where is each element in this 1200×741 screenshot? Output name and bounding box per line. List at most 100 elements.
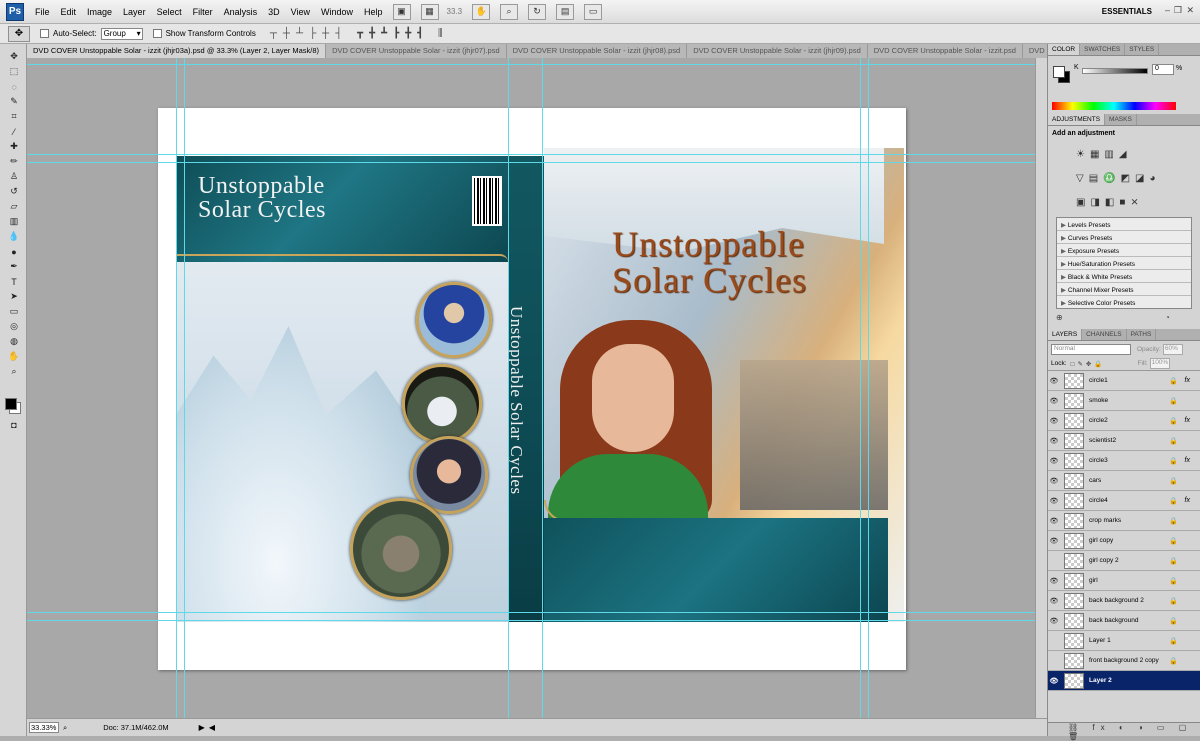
preset-exposure[interactable]: Exposure Presets: [1057, 244, 1191, 257]
visibility-eye-icon[interactable]: 👁: [1048, 477, 1060, 485]
auto-select-dropdown[interactable]: Group: [100, 27, 143, 40]
menu-analysis[interactable]: Analysis: [224, 7, 258, 17]
layer-name[interactable]: cars: [1089, 477, 1167, 484]
close-icon[interactable]: ✕: [1186, 5, 1194, 16]
menu-edit[interactable]: Edit: [61, 7, 77, 17]
zoom-icon[interactable]: ⌕: [63, 723, 67, 733]
layer-row[interactable]: 👁 Layer 2: [1048, 671, 1200, 691]
restore-icon[interactable]: ❐: [1174, 5, 1182, 16]
layer-row[interactable]: 👁 crop marks 🔒: [1048, 511, 1200, 531]
move-tool-icon[interactable]: ✥: [7, 50, 21, 63]
minimize-icon[interactable]: –: [1165, 5, 1170, 15]
visibility-eye-icon[interactable]: 👁: [1048, 397, 1060, 405]
zoom-tool-icon[interactable]: ⌕: [7, 365, 21, 378]
layer-name[interactable]: circle2: [1089, 417, 1167, 424]
visibility-eye-icon[interactable]: 👁: [1048, 517, 1060, 525]
layer-name[interactable]: smoke: [1089, 397, 1167, 404]
preset-curves[interactable]: Curves Presets: [1057, 231, 1191, 244]
tab-doc-jhjr07[interactable]: DVD COVER Unstoppable Solar - izzit (jhj…: [326, 44, 507, 58]
lasso-tool-icon[interactable]: ◌: [7, 80, 21, 93]
foreground-color-swatch[interactable]: [5, 398, 17, 410]
show-transform-checkbox[interactable]: [152, 29, 162, 38]
tab-channels[interactable]: CHANNELS: [1082, 329, 1127, 340]
clone-stamp-icon[interactable]: ♙: [7, 170, 21, 183]
layer-row[interactable]: 👁 scientist2 🔒: [1048, 431, 1200, 451]
layer-name[interactable]: circle4: [1089, 497, 1167, 504]
menu-image[interactable]: Image: [87, 7, 112, 17]
tab-adjustments[interactable]: ADJUSTMENTS: [1048, 114, 1106, 125]
layer-row[interactable]: 👁 circle3 🔒 fx: [1048, 451, 1200, 471]
tab-swatches[interactable]: SWATCHES: [1080, 44, 1126, 55]
dodge-tool-icon[interactable]: ●: [7, 245, 21, 258]
quick-select-tool-icon[interactable]: ✎: [7, 95, 21, 108]
visibility-eye-icon[interactable]: 👁: [1048, 497, 1060, 505]
menu-layer[interactable]: Layer: [123, 7, 146, 17]
layer-name[interactable]: circle3: [1089, 457, 1167, 464]
visibility-eye-icon[interactable]: 👁: [1048, 417, 1060, 425]
guide-horizontal[interactable]: [27, 612, 1035, 613]
layer-row[interactable]: 👁 back background 2 🔒: [1048, 591, 1200, 611]
layer-row[interactable]: Layer 1 🔒: [1048, 631, 1200, 651]
guide-vertical[interactable]: [508, 58, 509, 718]
document-canvas[interactable]: Unstoppable Solar Cycles Unstoppable Sol…: [158, 108, 906, 670]
adjustments-footer-icons[interactable]: ⊕ ◔: [1048, 313, 1200, 329]
layer-row[interactable]: 👁 girl 🔒: [1048, 571, 1200, 591]
tab-layers[interactable]: LAYERS: [1048, 329, 1083, 340]
visibility-eye-icon[interactable]: 👁: [1048, 537, 1060, 545]
brush-tool-icon[interactable]: ✏: [7, 155, 21, 168]
healing-brush-icon[interactable]: ✚: [7, 140, 21, 153]
blend-mode-dropdown[interactable]: Normal: [1051, 343, 1131, 355]
adjustment-icons[interactable]: ☀▦▥◢ ▽▤♎◩◪◕ ▣◨◧■⨯: [1048, 141, 1200, 215]
tab-styles[interactable]: STYLES: [1125, 44, 1160, 55]
visibility-eye-icon[interactable]: 👁: [1048, 677, 1060, 685]
visibility-eye-icon[interactable]: 👁: [1048, 437, 1060, 445]
eraser-tool-icon[interactable]: ▱: [7, 200, 21, 213]
type-tool-icon[interactable]: T: [7, 275, 21, 288]
pen-tool-icon[interactable]: ✒: [7, 260, 21, 273]
canvas-area[interactable]: Unstoppable Solar Cycles Unstoppable Sol…: [27, 58, 1035, 718]
preset-channel-mixer[interactable]: Channel Mixer Presets: [1057, 283, 1191, 296]
view-extras-icon[interactable]: ▦: [420, 3, 439, 20]
color-foreground-swatch[interactable]: [1053, 66, 1065, 78]
layer-name[interactable]: girl: [1089, 577, 1167, 584]
hand-tool-icon[interactable]: ✋: [472, 3, 491, 20]
menu-3d[interactable]: 3D: [268, 7, 280, 17]
opacity-field[interactable]: 60%: [1162, 343, 1183, 355]
bridge-icon[interactable]: ▣: [392, 3, 411, 20]
tab-doc-jhjr03a[interactable]: DVD COVER Unstoppable Solar - izzit (jhj…: [27, 44, 327, 58]
menu-view[interactable]: View: [291, 7, 310, 17]
tab-doc-izzit[interactable]: DVD COVER Unstoppable Solar - izzit.psd: [868, 44, 1023, 58]
3d-rotate-icon[interactable]: ◎: [7, 320, 21, 333]
layer-row[interactable]: 👁 circle1 🔒 fx: [1048, 371, 1200, 391]
layer-row[interactable]: 👁 circle4 🔒 fx: [1048, 491, 1200, 511]
layer-name[interactable]: circle1: [1089, 377, 1167, 384]
quick-mask-icon[interactable]: ◘: [7, 418, 21, 431]
3d-orbit-icon[interactable]: ◍: [7, 335, 21, 348]
zoom-tool-icon[interactable]: ⌕: [500, 3, 519, 20]
k-slider[interactable]: [1082, 68, 1148, 74]
layer-name[interactable]: girl copy 2: [1089, 557, 1167, 564]
menu-file[interactable]: File: [35, 7, 50, 17]
k-value-field[interactable]: 0: [1152, 64, 1174, 75]
tab-doc-jhjr08[interactable]: DVD COVER Unstoppable Solar - izzit (jhj…: [507, 44, 688, 58]
move-tool-preset-icon[interactable]: ✥: [8, 25, 30, 42]
scroll-left-icon[interactable]: ◀: [209, 723, 215, 732]
guide-vertical[interactable]: [868, 58, 869, 718]
workspace-switcher[interactable]: ESSENTIALS: [1102, 7, 1152, 16]
menu-help[interactable]: Help: [364, 7, 383, 17]
menu-window[interactable]: Window: [321, 7, 353, 17]
layer-row[interactable]: 👁 back background 🔒: [1048, 611, 1200, 631]
zoom-level-menu[interactable]: 33.3: [447, 7, 463, 16]
layer-name[interactable]: crop marks: [1089, 517, 1167, 524]
guide-vertical[interactable]: [184, 58, 185, 718]
lock-icons[interactable]: □✎✥🔒: [1071, 360, 1106, 368]
visibility-eye-icon[interactable]: 👁: [1048, 617, 1060, 625]
preset-levels[interactable]: Levels Presets: [1057, 218, 1191, 231]
layer-name[interactable]: back background: [1089, 617, 1167, 624]
canvas-vertical-scrollbar[interactable]: [1035, 58, 1047, 718]
layer-effects-icon[interactable]: fx: [1185, 457, 1190, 464]
tab-doc-overflow[interactable]: DVD C: [1023, 44, 1047, 58]
menu-select[interactable]: Select: [157, 7, 182, 17]
layer-row[interactable]: 👁 cars 🔒: [1048, 471, 1200, 491]
crop-tool-icon[interactable]: ⌗: [7, 110, 21, 123]
